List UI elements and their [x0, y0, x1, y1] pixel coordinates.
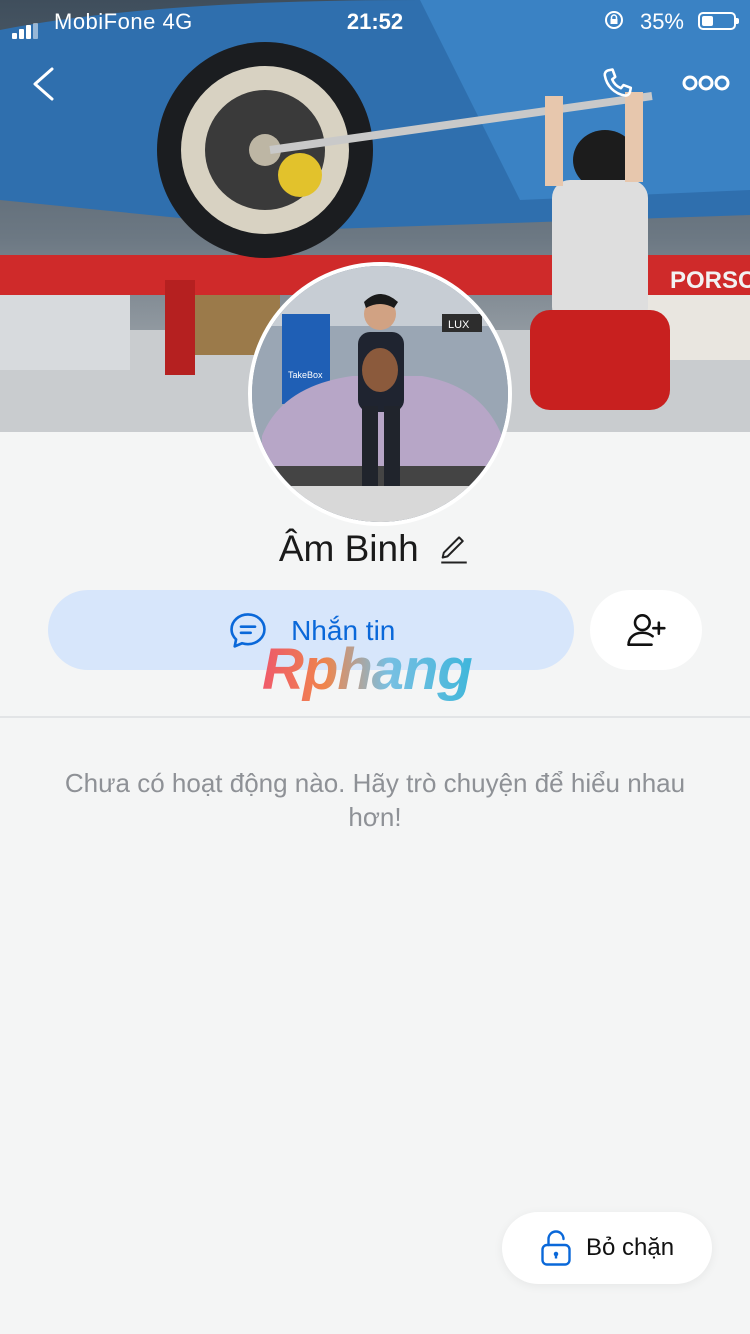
- add-friend-button[interactable]: [590, 590, 702, 670]
- clock: 21:52: [346, 9, 404, 34]
- empty-state-message: Chưa có hoạt động nào. Hãy trò chuyện để…: [64, 768, 686, 832]
- unlock-icon: [541, 1230, 571, 1266]
- more-icon[interactable]: [682, 74, 730, 92]
- avatar[interactable]: TakeBox LUX: [248, 262, 512, 526]
- watermark: Rphang: [262, 637, 473, 702]
- battery-icon: [698, 12, 739, 30]
- add-user-icon: [627, 614, 666, 646]
- divider: [0, 716, 750, 718]
- profile-name-row: Âm Binh: [0, 528, 750, 570]
- profile-name: Âm Binh: [278, 528, 419, 569]
- phone-icon[interactable]: [596, 64, 640, 108]
- unblock-button[interactable]: Bỏ chặn: [502, 1212, 712, 1284]
- rotation-lock-icon: [605, 11, 623, 29]
- lux-sign-text: LUX: [448, 319, 470, 331]
- battery-percent: 35%: [639, 9, 684, 34]
- pencil-icon[interactable]: [437, 532, 471, 566]
- kiosk-text: TakeBox: [288, 370, 323, 380]
- back-icon[interactable]: [30, 66, 56, 102]
- status-bar: MobiFone 4G 21:52 35%: [0, 0, 750, 40]
- cover-sign-text: PORSCHE: [670, 267, 750, 294]
- avatar-image: TakeBox LUX: [252, 266, 508, 522]
- unblock-button-label: Bỏ chặn: [586, 1234, 675, 1261]
